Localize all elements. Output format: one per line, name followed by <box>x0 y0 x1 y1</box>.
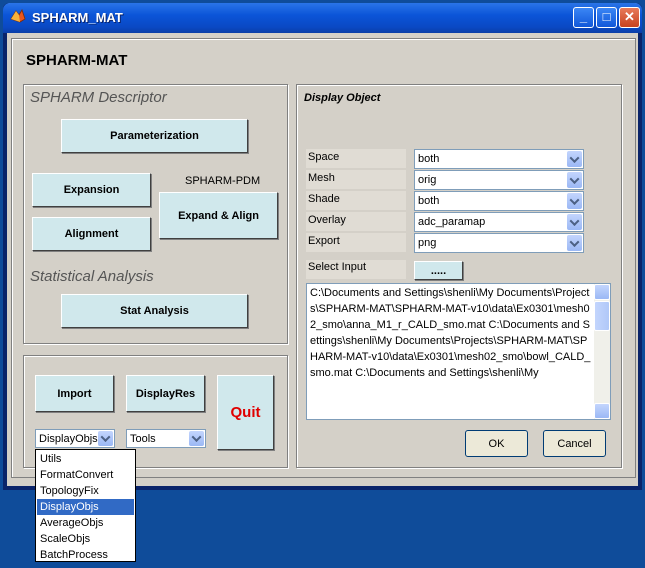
mesh-select[interactable]: orig <box>414 170 584 190</box>
input-file-list-text: C:\Documents and Settings\shenli\My Docu… <box>310 287 591 379</box>
chevron-down-icon[interactable] <box>567 172 582 188</box>
scroll-up-icon[interactable] <box>594 284 610 300</box>
import-button[interactable]: Import <box>35 375 114 412</box>
chevron-down-icon[interactable] <box>189 431 204 446</box>
spharm-pdm-label: SPHARM-PDM <box>185 175 261 187</box>
descriptor-panel-title: SPHARM Descriptor <box>30 89 167 106</box>
shade-select[interactable]: both <box>414 191 584 211</box>
utils-select[interactable]: DisplayObjs <box>35 429 115 448</box>
parameterization-button[interactable]: Parameterization <box>61 119 248 153</box>
chevron-down-icon[interactable] <box>567 193 582 209</box>
display-object-title: Display Object <box>304 92 381 104</box>
mesh-select-value: orig <box>418 174 437 186</box>
dropdown-item-topologyfix[interactable]: TopologyFix <box>37 483 134 499</box>
ok-button[interactable]: OK <box>465 430 528 457</box>
space-select-value: both <box>418 153 440 165</box>
minimize-button[interactable]: _ <box>573 7 594 28</box>
cancel-button[interactable]: Cancel <box>543 430 606 457</box>
mesh-label: Mesh <box>306 170 406 189</box>
dropdown-item-averageobjs[interactable]: AverageObjs <box>37 515 134 531</box>
space-select[interactable]: both <box>414 149 584 169</box>
browse-button[interactable]: ..... <box>414 261 463 280</box>
scroll-down-icon[interactable] <box>594 403 610 419</box>
scroll-thumb[interactable] <box>594 301 610 331</box>
alignment-button[interactable]: Alignment <box>32 217 151 251</box>
window-title: SPHARM_MAT <box>32 10 123 25</box>
tools-select-value: Tools <box>130 432 156 445</box>
maximize-button[interactable]: □ <box>596 7 617 28</box>
maximize-icon: □ <box>602 9 611 24</box>
shade-label: Shade <box>306 191 406 210</box>
utils-select-value: DisplayObjs <box>39 432 98 445</box>
export-label: Export <box>306 233 406 252</box>
matlab-icon <box>10 9 26 23</box>
minimize-icon: _ <box>579 9 588 24</box>
select-input-label: Select Input <box>306 260 406 279</box>
shade-select-value: both <box>418 195 440 207</box>
app-heading: SPHARM-MAT <box>26 52 128 69</box>
chevron-down-icon[interactable] <box>567 235 582 251</box>
expand-align-button[interactable]: Expand & Align <box>159 192 278 239</box>
export-select[interactable]: png <box>414 233 584 253</box>
dropdown-item-formatconvert[interactable]: FormatConvert <box>37 467 134 483</box>
list-scrollbar[interactable] <box>594 284 610 419</box>
space-label: Space <box>306 149 406 168</box>
overlay-label: Overlay <box>306 212 406 231</box>
utils-dropdown-list[interactable]: Utils FormatConvert TopologyFix DisplayO… <box>35 449 136 562</box>
input-file-list[interactable]: C:\Documents and Settings\shenli\My Docu… <box>306 283 611 420</box>
expansion-button[interactable]: Expansion <box>32 173 151 207</box>
dropdown-item-utils[interactable]: Utils <box>37 451 134 467</box>
dropdown-item-displayobjs[interactable]: DisplayObjs <box>37 499 134 515</box>
close-button[interactable]: ✕ <box>619 7 640 28</box>
quit-button[interactable]: Quit <box>217 375 274 450</box>
stat-analysis-button[interactable]: Stat Analysis <box>61 294 248 328</box>
chevron-down-icon[interactable] <box>567 151 582 167</box>
overlay-select-value: adc_paramap <box>418 216 486 228</box>
dropdown-item-scaleobjs[interactable]: ScaleObjs <box>37 531 134 547</box>
chevron-down-icon[interactable] <box>98 431 113 446</box>
export-select-value: png <box>418 237 437 249</box>
tools-select[interactable]: Tools <box>126 429 206 448</box>
statistical-analysis-title: Statistical Analysis <box>30 268 154 285</box>
chevron-down-icon[interactable] <box>567 214 582 230</box>
overlay-select[interactable]: adc_paramap <box>414 212 584 232</box>
close-icon: ✕ <box>624 9 635 24</box>
dropdown-item-batchprocess[interactable]: BatchProcess <box>37 547 134 563</box>
displayres-button[interactable]: DisplayRes <box>126 375 205 412</box>
